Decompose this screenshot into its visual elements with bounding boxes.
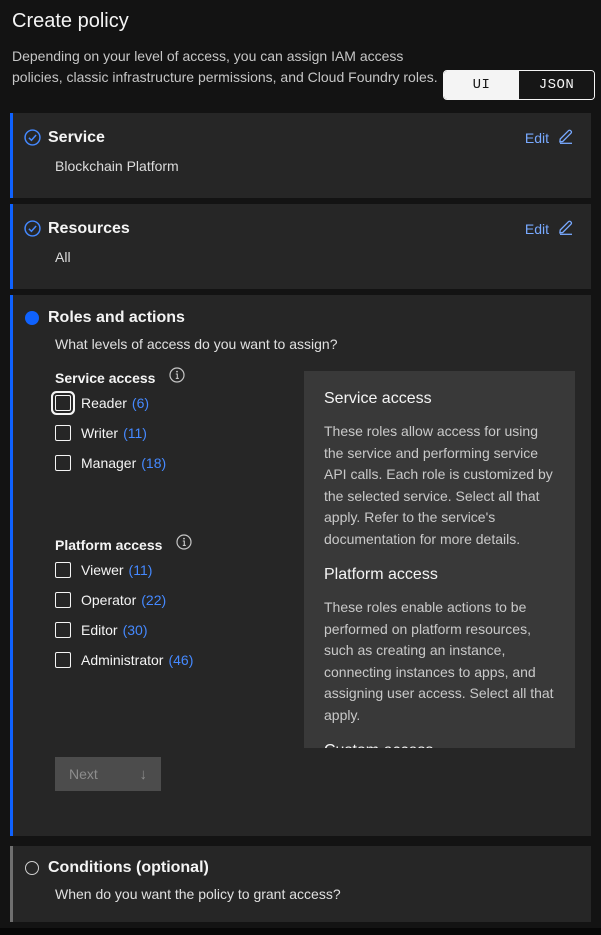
edit-service-button[interactable]: Edit [525, 128, 575, 147]
step-service-title: Service [48, 129, 525, 147]
info-service-access-body: These roles allow access for using the s… [324, 421, 555, 550]
conditions-question: When do you want the policy to grant acc… [23, 886, 575, 902]
viewer-count: (11) [129, 562, 153, 578]
viewer-label: Viewer [81, 562, 124, 578]
step-resources-title: Resources [48, 220, 525, 238]
platform-access-label: Platform access [55, 537, 162, 553]
info-service-access-heading: Service access [324, 390, 555, 408]
manager-label: Manager [81, 455, 136, 471]
edit-resources-label: Edit [525, 221, 549, 237]
editor-checkbox[interactable] [55, 622, 71, 638]
toggle-json-button[interactable]: JSON [519, 71, 594, 99]
service-value: Blockchain Platform [23, 158, 575, 174]
info-icon[interactable] [169, 367, 185, 388]
writer-label: Writer [81, 425, 118, 441]
pencil-icon [558, 219, 574, 238]
next-button[interactable]: Next ↓ [55, 757, 161, 791]
policy-steps: Service Edit Blockchain Platform Resourc… [10, 113, 591, 922]
step-resources: Resources Edit All [10, 204, 591, 289]
page-header: Create policy Depending on your level of… [0, 0, 601, 113]
writer-count: (11) [123, 425, 147, 441]
administrator-label: Administrator [81, 652, 163, 668]
step-service: Service Edit Blockchain Platform [10, 113, 591, 198]
info-platform-access-heading: Platform access [324, 566, 555, 584]
editor-label: Editor [81, 622, 118, 638]
arrow-down-icon: ↓ [140, 766, 148, 783]
info-icon[interactable] [176, 534, 192, 555]
administrator-count: (46) [168, 652, 193, 668]
reader-count: (6) [132, 395, 149, 411]
operator-count: (22) [141, 592, 166, 608]
roles-question: What levels of access do you want to ass… [23, 336, 575, 352]
step-conditions-title: Conditions (optional) [48, 859, 575, 877]
view-mode-toggle: UI JSON [443, 70, 595, 100]
toggle-ui-button[interactable]: UI [444, 71, 519, 99]
step-conditions: Conditions (optional) When do you want t… [10, 846, 591, 922]
next-button-label: Next [69, 766, 98, 782]
manager-count: (18) [141, 455, 166, 471]
viewer-checkbox[interactable] [55, 562, 71, 578]
page-title: Create policy [12, 10, 589, 33]
operator-label: Operator [81, 592, 136, 608]
reader-checkbox[interactable] [55, 395, 71, 411]
page-description: Depending on your level of access, you c… [12, 46, 450, 88]
info-platform-access-body: These roles enable actions to be perform… [324, 597, 555, 726]
step-roles-and-actions: Roles and actions What levels of access … [10, 295, 591, 836]
step-roles-title: Roles and actions [48, 309, 575, 327]
resources-value: All [23, 249, 575, 265]
edit-service-label: Edit [525, 130, 549, 146]
empty-circle-icon [23, 859, 41, 877]
access-info-panel: Service access These roles allow access … [304, 371, 575, 748]
editor-count: (30) [123, 622, 148, 638]
filled-circle-icon [23, 309, 41, 327]
edit-resources-button[interactable]: Edit [525, 219, 575, 238]
administrator-checkbox[interactable] [55, 652, 71, 668]
page-bottom-strip [0, 928, 601, 935]
reader-label: Reader [81, 395, 127, 411]
operator-checkbox[interactable] [55, 592, 71, 608]
info-custom-access-heading: Custom access [324, 742, 555, 748]
pencil-icon [558, 128, 574, 147]
check-circle-icon [23, 220, 41, 238]
service-access-label: Service access [55, 370, 155, 386]
manager-checkbox[interactable] [55, 455, 71, 471]
writer-checkbox[interactable] [55, 425, 71, 441]
check-circle-icon [23, 129, 41, 147]
